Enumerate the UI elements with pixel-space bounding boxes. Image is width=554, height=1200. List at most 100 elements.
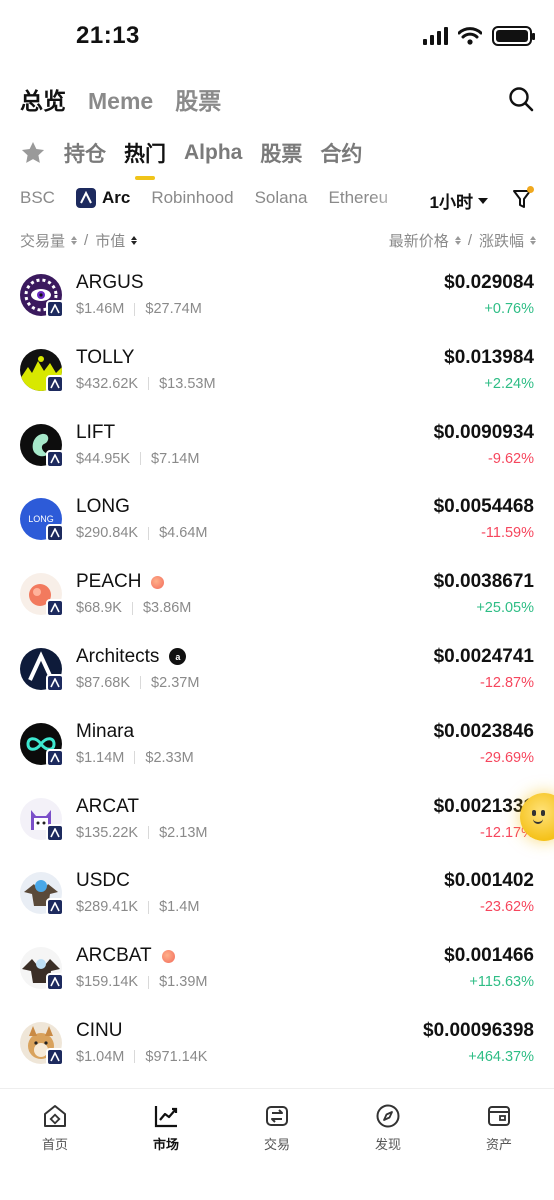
interval-select[interactable]: 1小时 — [430, 188, 488, 213]
filter-button[interactable] — [512, 186, 534, 212]
chart-icon — [154, 1106, 178, 1128]
caret-down-icon — [478, 197, 488, 204]
token-price: $0.0054468 — [433, 496, 534, 518]
tab-holdings[interactable]: 持仓 — [64, 138, 106, 168]
chain-solana[interactable]: Solana — [255, 188, 308, 208]
tab-hot[interactable]: 热门 — [124, 138, 166, 180]
home-icon — [44, 1105, 66, 1127]
sort-market-cap[interactable]: 市值 — [95, 230, 125, 251]
token-avatar — [20, 797, 64, 842]
token-name: CINU — [76, 1019, 123, 1041]
token-change: +0.76% — [484, 301, 534, 317]
token-market-cap: $2.37M — [151, 674, 200, 691]
arc-chain-badge-icon — [46, 973, 64, 992]
token-price: $0.0090934 — [433, 421, 534, 443]
tab-overview[interactable]: 总览 — [20, 82, 66, 116]
token-market-cap: $971.14K — [145, 1048, 208, 1065]
token-volume: $1.46M — [76, 301, 125, 317]
long-logo-text: LONG — [28, 514, 54, 524]
nav-discover[interactable]: 发现 — [343, 1103, 433, 1153]
token-volume: $290.84K — [76, 525, 139, 542]
token-price: $0.0021331 — [433, 795, 534, 817]
filter-indicator-dot — [527, 186, 534, 193]
token-name: ARCAT — [76, 795, 139, 817]
star-icon[interactable] — [20, 140, 46, 166]
status-bar: 21:13 — [0, 0, 554, 70]
tab-meme[interactable]: Meme — [88, 88, 153, 115]
chain-arc[interactable]: Arc — [75, 188, 131, 208]
token-name: TOLLY — [76, 346, 135, 368]
token-row[interactable]: ARCAT $135.22K $2.13M $0.0021331 -12.17% — [0, 780, 554, 855]
token-row[interactable]: ARGUS $1.46M $27.74M $0.029084 +0.76% — [0, 256, 554, 331]
token-row[interactable]: LIFT $44.95K $7.14M $0.0090934 -9.62% — [0, 406, 554, 481]
token-avatar — [20, 647, 64, 692]
battery-icon — [492, 26, 535, 46]
token-change: +115.63% — [469, 974, 534, 991]
mascot-eye — [532, 810, 536, 816]
arc-chain-badge-icon — [46, 300, 64, 318]
chain-arc-label: Arc — [101, 188, 131, 207]
token-row[interactable]: Architects a $87.68K $2.37M $0.0024741 -12… — [0, 630, 554, 705]
token-avatar — [20, 1021, 64, 1066]
search-icon[interactable] — [508, 86, 534, 112]
nav-assets[interactable]: 资产 — [454, 1103, 544, 1153]
nav-trade[interactable]: 交易 — [232, 1103, 322, 1153]
token-change: -23.62% — [479, 899, 534, 916]
arc-chain-badge-icon — [46, 748, 64, 767]
peach-tag-icon — [161, 949, 175, 963]
nav-market[interactable]: 市场 — [121, 1103, 211, 1153]
tab-category-stocks[interactable]: 股票 — [260, 138, 302, 168]
token-volume: $159.14K — [76, 974, 139, 991]
sort-arrows-icon — [454, 236, 461, 245]
mascot-mouth — [533, 819, 543, 824]
cellular-signal-icon — [423, 27, 448, 45]
sort-arrows-icon — [131, 236, 138, 245]
tab-futures[interactable]: 合约 — [320, 138, 362, 168]
token-row[interactable]: PEACH $68.9K $3.86M $0.0038671 +25.05% — [0, 555, 554, 630]
token-volume: $289.41K — [76, 899, 139, 916]
token-row[interactable]: USDC $289.41K $1.4M $0.001402 -23.62% — [0, 854, 554, 929]
token-row[interactable]: ARCBAT $159.14K $1.39M $0.001466 +115.63% — [0, 929, 554, 1004]
sort-price[interactable]: 最新价格 — [389, 230, 449, 251]
arc-chain-badge-icon — [46, 599, 64, 618]
peach-tag-icon — [151, 575, 165, 589]
scroll-fade — [372, 188, 416, 214]
token-avatar — [20, 274, 64, 318]
chain-filter-row: BSC Arc Robinhood Solana Ethereu 1小时 — [20, 186, 540, 214]
token-price: $0.0024741 — [433, 645, 534, 667]
tab-stocks[interactable]: 股票 — [175, 82, 221, 116]
wallet-icon — [488, 1106, 510, 1126]
token-market-cap: $3.86M — [142, 600, 192, 617]
token-change: +464.37% — [468, 1048, 534, 1065]
mascot-eye — [541, 810, 545, 816]
token-market-cap: $27.74M — [145, 301, 202, 317]
chain-robinhood[interactable]: Robinhood — [151, 188, 233, 208]
tab-alpha[interactable]: Alpha — [184, 141, 242, 165]
token-row[interactable]: Minara $1.14M $2.33M $0.0023846 -29.69% — [0, 705, 554, 780]
token-name: PEACH — [76, 571, 142, 593]
nav-discover-label: 发现 — [374, 1137, 401, 1152]
arc-chain-badge-icon — [46, 1047, 64, 1066]
token-avatar — [20, 423, 64, 468]
token-row[interactable]: TOLLY $432.62K $13.53M $0.013984 +2.24% — [0, 331, 554, 406]
sort-change[interactable]: 涨跌幅 — [479, 230, 524, 251]
token-volume: $1.14M — [76, 749, 125, 766]
token-name: ARCBAT — [76, 945, 152, 967]
nav-market-label: 市场 — [152, 1137, 179, 1152]
status-time: 21:13 — [76, 22, 140, 49]
sort-volume[interactable]: 交易量 — [20, 230, 65, 251]
token-name: LONG — [76, 496, 130, 518]
arc-chain-badge-icon — [46, 673, 64, 692]
swap-icon — [266, 1106, 288, 1126]
token-name: Architects — [76, 645, 160, 667]
token-change: -12.87% — [479, 674, 534, 691]
nav-home[interactable]: 首页 — [10, 1103, 100, 1153]
wifi-icon — [458, 27, 482, 45]
token-row[interactable]: LONG LONG $290.84K $4.64M $0.0054468 -11.… — [0, 480, 554, 555]
chain-bsc[interactable]: BSC — [20, 188, 55, 208]
token-row[interactable]: CINU $1.04M $971.14K $0.00096398 +464.37% — [0, 1004, 554, 1079]
token-change: +25.05% — [476, 600, 534, 617]
interval-label: 1小时 — [429, 193, 473, 212]
token-market-cap: $7.14M — [151, 450, 200, 467]
token-volume: $432.62K — [76, 375, 139, 392]
